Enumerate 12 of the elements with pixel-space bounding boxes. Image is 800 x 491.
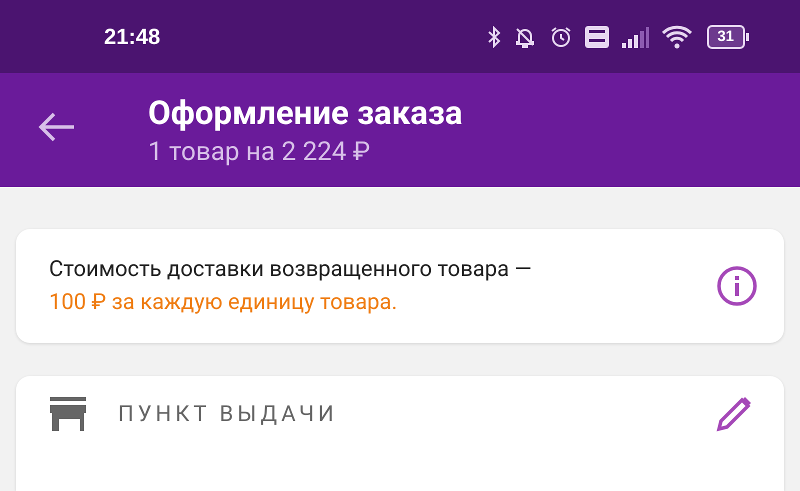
- bluetooth-icon: [487, 26, 502, 48]
- clock: 21:48: [104, 24, 162, 50]
- screen-title: Оформление заказа: [148, 94, 463, 132]
- store-icon: [50, 397, 86, 432]
- alarm-clock-icon: [549, 24, 574, 48]
- back-button[interactable]: [38, 111, 76, 143]
- section-title: ПУНКТ ВЫДАЧИ: [118, 402, 339, 427]
- edit-button[interactable]: [716, 396, 752, 432]
- info-button[interactable]: [716, 264, 758, 307]
- order-summary: 1 товар на 2 224 ₽: [148, 136, 372, 166]
- signal-icon: [621, 26, 650, 48]
- delivery-cost-note: Стоимость доставки возвращенного товара — 100 ₽ за каждую единицу товара.: [49, 256, 533, 317]
